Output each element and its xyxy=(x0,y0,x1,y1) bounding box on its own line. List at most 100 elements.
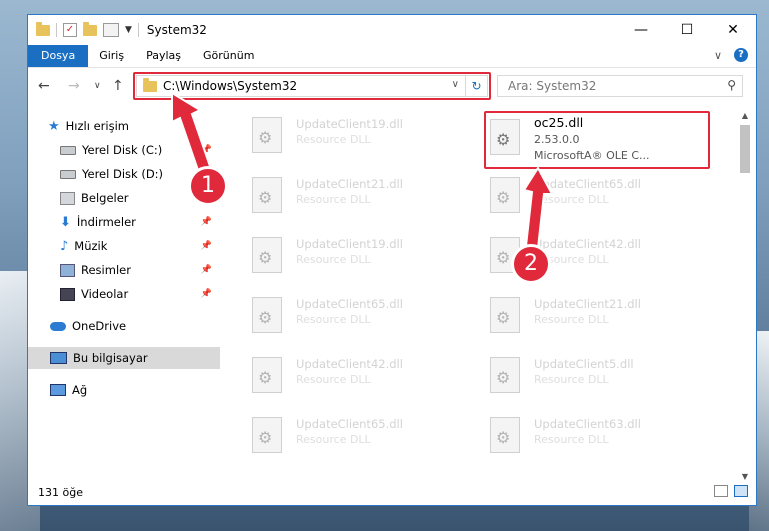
vertical-scrollbar[interactable]: ▲ ▼ xyxy=(738,111,752,481)
list-item[interactable]: UpdateClient65.dll Resource DLL xyxy=(462,171,682,223)
scroll-up-icon[interactable]: ▲ xyxy=(738,111,752,120)
dll-file-icon xyxy=(252,117,282,153)
list-item[interactable]: UpdateClient19.dll Resource DLL xyxy=(224,231,444,283)
cloud-icon xyxy=(50,321,66,331)
window-title: System32 xyxy=(146,23,207,37)
drive-icon xyxy=(60,145,76,155)
back-arrow-icon[interactable]: ← xyxy=(38,78,50,94)
file-description: Resource DLL xyxy=(296,193,371,206)
sidebar-item-label: Hızlı erişim xyxy=(65,119,129,133)
sidebar-item-label: Yerel Disk (D:) xyxy=(82,167,164,181)
forward-arrow-icon[interactable]: → xyxy=(68,78,80,94)
sidebar-item-label: İndirmeler xyxy=(76,215,136,229)
tab-home[interactable]: Giriş xyxy=(88,45,135,67)
file-name: UpdateClient19.dll xyxy=(296,117,403,131)
dll-file-icon xyxy=(490,177,520,213)
scroll-thumb[interactable] xyxy=(740,125,750,173)
tiles-view-icon[interactable] xyxy=(734,485,748,497)
file-description: Resource DLL xyxy=(296,313,371,326)
list-item[interactable]: UpdateClient42.dll Resource DLL xyxy=(462,231,682,283)
dll-file-icon xyxy=(490,417,520,453)
expand-ribbon-icon[interactable]: ∨ xyxy=(714,49,722,62)
file-name: UpdateClient5.dll xyxy=(534,357,634,371)
file-description: Resource DLL xyxy=(534,313,609,326)
file-description: Resource DLL xyxy=(296,433,371,446)
view-buttons xyxy=(714,485,748,497)
recent-locations-icon[interactable]: ∨ xyxy=(94,81,101,91)
toolbar-separator xyxy=(137,23,139,37)
explorer-window: ✓ ▼ System32 — ☐ ✕ Dosya Giriş Paylaş Gö… xyxy=(27,14,757,506)
status-bar: 131 öğe xyxy=(28,479,756,505)
list-item[interactable]: UpdateClient21.dll Resource DLL xyxy=(224,171,444,223)
chevron-down-icon[interactable]: ▼ xyxy=(125,25,132,35)
minimize-button[interactable]: — xyxy=(618,15,664,45)
step-badge-1: 1 xyxy=(188,166,228,206)
sidebar-item-label: Yerel Disk (C:) xyxy=(82,143,163,157)
toolbar-separator xyxy=(56,23,57,37)
file-description: Resource DLL xyxy=(534,193,609,206)
pin-icon[interactable]: 📌 xyxy=(201,217,212,227)
tab-view[interactable]: Görünüm xyxy=(192,45,265,67)
file-description: Resource DLL xyxy=(534,433,609,446)
step-badge-2: 2 xyxy=(511,244,551,284)
close-button[interactable]: ✕ xyxy=(710,15,756,45)
sidebar-item-label: Ağ xyxy=(72,383,88,397)
customize-icon[interactable] xyxy=(103,23,119,37)
search-icon[interactable]: ⚲ xyxy=(727,78,736,92)
drive-icon xyxy=(60,169,76,179)
navigation-bar: ← → ∨ ↑ C:\Windows\System32 ∨ ↻ Ara: Sys… xyxy=(28,71,756,101)
sidebar-item-quick-access[interactable]: ★ Hızlı erişim xyxy=(28,115,220,137)
sidebar-item-network[interactable]: Ağ xyxy=(28,379,220,401)
sidebar-item-music[interactable]: ♪ Müzik 📌 xyxy=(28,235,220,257)
list-item[interactable]: UpdateClient19.dll Resource DLL xyxy=(224,111,444,163)
file-name: UpdateClient21.dll xyxy=(296,177,403,191)
sidebar-item-label: Belgeler xyxy=(81,191,129,205)
file-name: UpdateClient63.dll xyxy=(534,417,641,431)
documents-icon xyxy=(60,191,75,205)
file-name: UpdateClient65.dll xyxy=(534,177,641,191)
item-count: 131 öğe xyxy=(38,485,83,499)
sidebar-item-this-pc[interactable]: Bu bilgisayar xyxy=(28,347,220,369)
sidebar-item-label: OneDrive xyxy=(72,319,127,333)
sidebar-item-videos[interactable]: Videolar 📌 xyxy=(28,283,220,305)
folder-icon[interactable] xyxy=(36,21,50,36)
file-highlight-box xyxy=(484,111,710,169)
sidebar-item-pictures[interactable]: Resimler 📌 xyxy=(28,259,220,281)
search-placeholder[interactable]: Ara: System32 xyxy=(508,79,596,93)
file-name: UpdateClient42.dll xyxy=(296,357,403,371)
download-icon: ⬇ xyxy=(60,214,71,230)
search-input[interactable]: Ara: System32 ⚲ xyxy=(497,75,743,97)
pictures-icon xyxy=(60,263,75,277)
ribbon-tabs: Dosya Giriş Paylaş Görünüm ∨ ? xyxy=(28,45,756,68)
music-note-icon: ♪ xyxy=(60,238,69,254)
sidebar-item-label: Resimler xyxy=(81,263,131,277)
sidebar-item-local-disk-c[interactable]: Yerel Disk (C:) 📌 xyxy=(28,139,220,161)
pin-icon[interactable]: 📌 xyxy=(201,145,212,155)
maximize-button[interactable]: ☐ xyxy=(664,15,710,45)
list-item[interactable]: UpdateClient63.dll Resource DLL xyxy=(462,411,682,463)
pin-icon[interactable]: 📌 xyxy=(201,289,212,299)
new-folder-icon[interactable] xyxy=(83,21,97,36)
up-arrow-icon[interactable]: ↑ xyxy=(112,78,124,94)
sidebar-item-downloads[interactable]: ⬇ İndirmeler 📌 xyxy=(28,211,220,233)
list-item[interactable]: UpdateClient42.dll Resource DLL xyxy=(224,351,444,403)
list-item[interactable]: UpdateClient65.dll Resource DLL xyxy=(224,411,444,463)
pin-icon[interactable]: 📌 xyxy=(201,265,212,275)
pin-icon[interactable]: 📌 xyxy=(201,241,212,251)
list-item[interactable]: UpdateClient5.dll Resource DLL xyxy=(462,351,682,403)
sidebar-item-label: Müzik xyxy=(74,239,108,253)
sidebar-item-label: Bu bilgisayar xyxy=(73,351,148,365)
sidebar-item-onedrive[interactable]: OneDrive xyxy=(28,315,220,337)
navigation-pane: ★ Hızlı erişim Yerel Disk (C:) 📌 Yerel D… xyxy=(28,111,220,481)
details-view-icon[interactable] xyxy=(714,485,728,497)
file-name: UpdateClient65.dll xyxy=(296,297,403,311)
dll-file-icon xyxy=(252,417,282,453)
help-icon[interactable]: ? xyxy=(734,48,748,62)
file-name: UpdateClient19.dll xyxy=(296,237,403,251)
dll-file-icon xyxy=(490,357,520,393)
tab-share[interactable]: Paylaş xyxy=(135,45,192,67)
tab-file[interactable]: Dosya xyxy=(28,45,89,67)
properties-check-icon[interactable]: ✓ xyxy=(63,23,77,37)
list-item[interactable]: UpdateClient21.dll Resource DLL xyxy=(462,291,682,343)
list-item[interactable]: UpdateClient65.dll Resource DLL xyxy=(224,291,444,343)
